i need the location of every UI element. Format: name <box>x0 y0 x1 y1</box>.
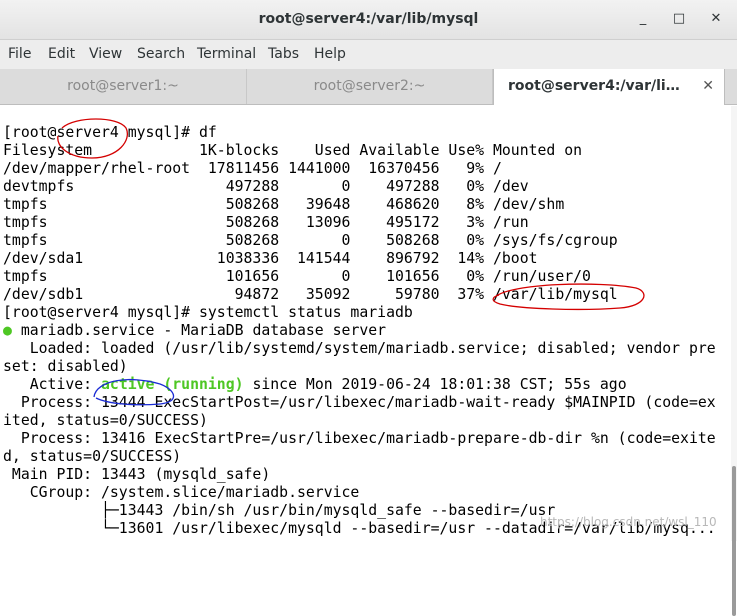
terminal-line: tmpfs 101656 0 101656 0% /run/user/0 <box>3 268 591 285</box>
terminal-line: Loaded: loaded (/usr/lib/systemd/system/… <box>3 340 716 357</box>
terminal-output: [root@server4 mysql]# df Filesystem 1K-bl… <box>3 124 716 538</box>
terminal-line: [root@server4 mysql]# systemctl status m… <box>3 304 413 321</box>
terminal-line: Process: 13444 ExecStartPost=/usr/libexe… <box>3 394 716 411</box>
menu-terminal[interactable]: Terminal <box>197 46 256 62</box>
menu-help[interactable]: Help <box>314 46 346 62</box>
minimize-button[interactable]: _ <box>634 10 652 28</box>
maximize-button[interactable]: □ <box>670 10 688 28</box>
tab-server4[interactable]: root@server4:/var/lib/mysql ✕ <box>493 69 725 105</box>
watermark-text: https://blog.csdn.net/wsl_110 <box>540 515 717 529</box>
active-state-text: active (running) <box>101 376 244 393</box>
terminal-line: Process: 13416 ExecStartPre=/usr/libexec… <box>3 430 716 447</box>
terminal-line: devtmpfs 497288 0 497288 0% /dev <box>3 178 529 195</box>
terminal-line: /dev/mapper/rhel-root 17811456 1441000 1… <box>3 160 502 177</box>
terminal-scrollbar[interactable] <box>731 106 737 616</box>
menu-edit[interactable]: Edit <box>48 46 75 62</box>
close-window-button[interactable]: ✕ <box>707 10 725 28</box>
terminal-line: ited, status=0/SUCCESS) <box>3 412 208 429</box>
menu-bar: File Edit View Search Terminal Tabs Help <box>0 40 737 69</box>
scrollbar-thumb[interactable] <box>732 466 736 616</box>
terminal-line: d, status=0/SUCCESS) <box>3 448 182 465</box>
tab-server4-label: root@server4:/var/lib/mysql <box>508 78 686 94</box>
menu-file[interactable]: File <box>8 46 31 62</box>
terminal-line: set: disabled) <box>3 358 128 375</box>
tab-server2[interactable]: root@server2:~ <box>247 69 493 104</box>
terminal-line: Main PID: 13443 (mysqld_safe) <box>3 466 271 483</box>
tab-bar: root@server1:~ root@server2:~ root@serve… <box>0 69 737 105</box>
menu-tabs[interactable]: Tabs <box>268 46 299 62</box>
window-titlebar[interactable]: root@server4:/var/lib/mysql _ □ ✕ <box>0 0 737 40</box>
terminal-area[interactable]: [root@server4 mysql]# df Filesystem 1K-bl… <box>0 106 737 541</box>
terminal-line: tmpfs 508268 0 508268 0% /sys/fs/cgroup <box>3 232 618 249</box>
status-dot-icon: ● <box>3 322 12 339</box>
terminal-line: tmpfs 508268 39648 468620 8% /dev/shm <box>3 196 565 213</box>
terminal-line: [root@server4 mysql]# df <box>3 124 217 141</box>
terminal-line: Filesystem 1K-blocks Used Available Use%… <box>3 142 583 159</box>
tab-server2-label: root@server2:~ <box>313 78 426 94</box>
terminal-line: tmpfs 508268 13096 495172 3% /run <box>3 214 529 231</box>
menu-view[interactable]: View <box>89 46 122 62</box>
terminal-line: /dev/sda1 1038336 141544 896792 14% /boo… <box>3 250 538 267</box>
close-tab-icon[interactable]: ✕ <box>702 69 714 104</box>
window-title: root@server4:/var/lib/mysql <box>258 11 479 27</box>
terminal-line: /dev/sdb1 94872 35092 59780 37% /var/lib… <box>3 286 618 303</box>
terminal-line: Active: active (running) since Mon 2019-… <box>3 376 627 393</box>
terminal-line: ● mariadb.service - MariaDB database ser… <box>3 322 387 339</box>
terminal-line: CGroup: /system.slice/mariadb.service <box>3 484 360 501</box>
menu-search[interactable]: Search <box>137 46 185 62</box>
tab-server1[interactable]: root@server1:~ <box>0 69 247 104</box>
tab-server1-label: root@server1:~ <box>67 78 179 94</box>
